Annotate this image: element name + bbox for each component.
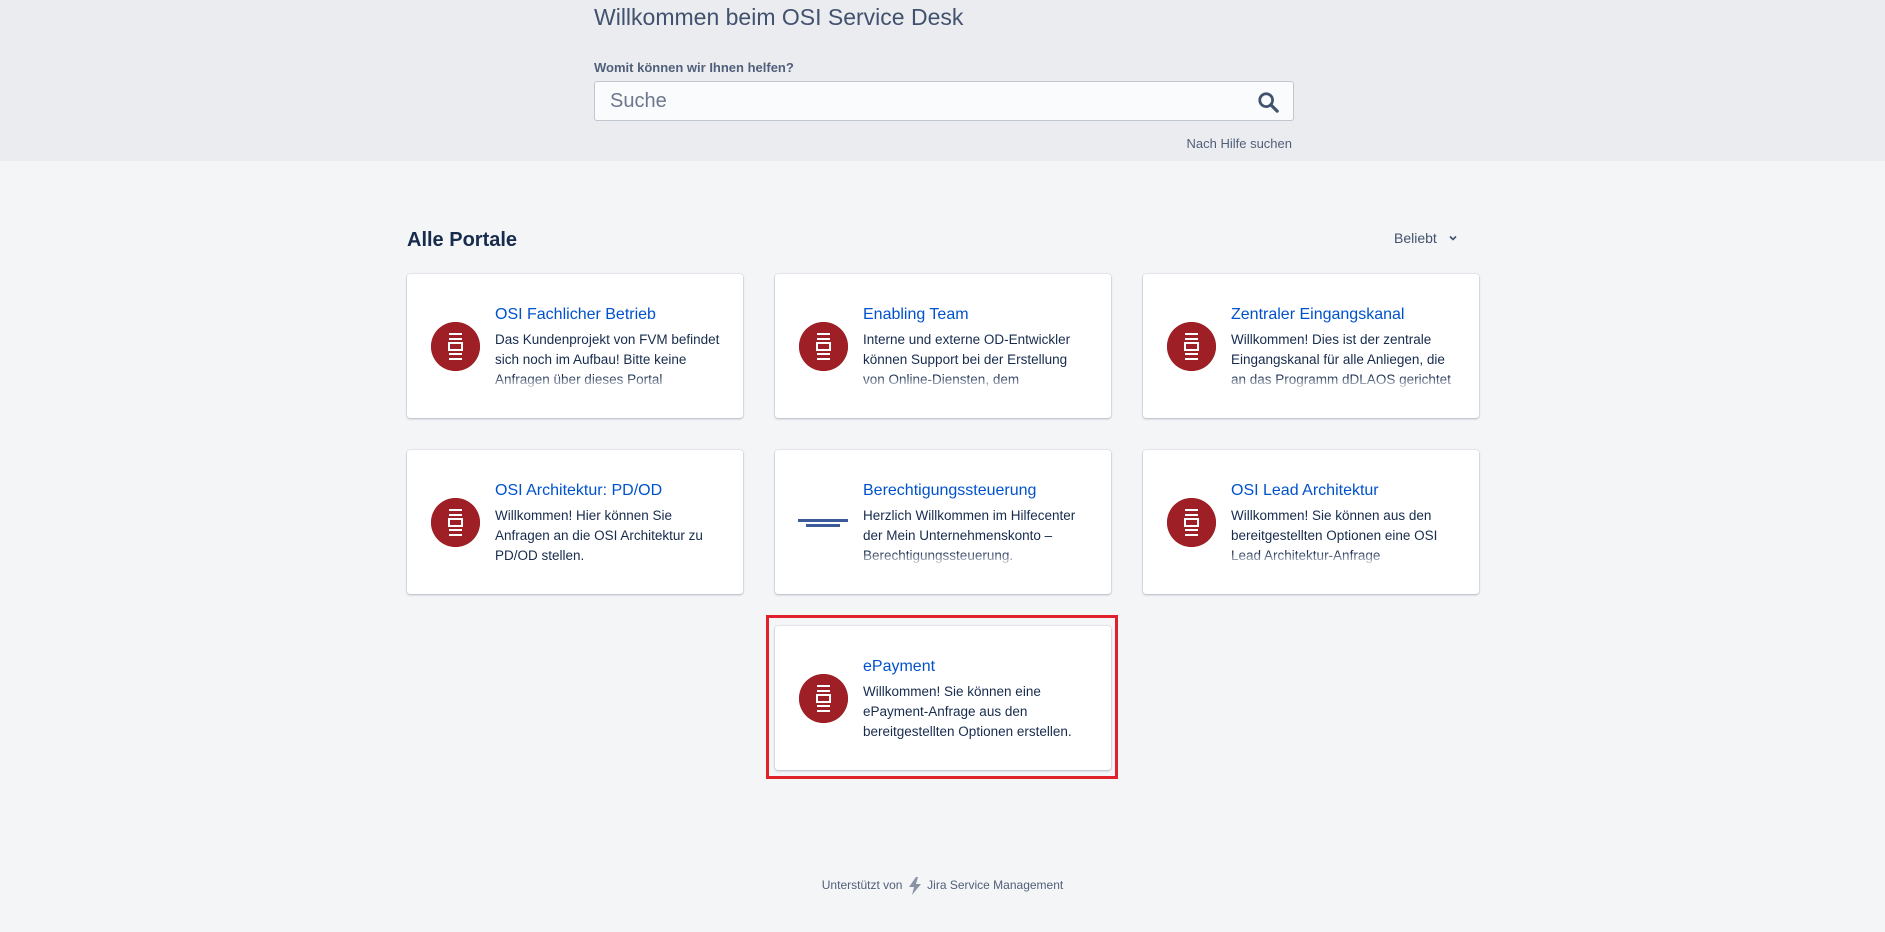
osi-logo-icon <box>431 498 480 547</box>
osi-logo-icon <box>1167 498 1216 547</box>
portal-description: Willkommen! Dies ist der zentrale Eingan… <box>1231 330 1459 390</box>
portal-description: Willkommen! Sie können aus den bereitges… <box>1231 506 1459 566</box>
chevron-down-icon <box>1449 235 1457 241</box>
portal-title: OSI Architektur: PD/OD <box>495 482 663 499</box>
portal-title: Berechtigungssteuerung <box>863 482 1037 499</box>
search-label: Womit können wir Ihnen helfen? <box>594 60 794 75</box>
footer-product-link[interactable]: Jira Service Management <box>927 878 1063 892</box>
search-box[interactable] <box>594 81 1294 121</box>
search-icon[interactable] <box>1257 91 1279 113</box>
portal-card-berechtigungssteuerung[interactable]: Berechtigungssteuerung Herzlich Willkomm… <box>775 450 1111 594</box>
portal-title: OSI Lead Architektur <box>1231 482 1379 499</box>
portal-description: Willkommen! Sie können eine ePayment-Anf… <box>863 684 1072 739</box>
hero-banner: Willkommen beim OSI Service Desk Womit k… <box>0 0 1885 161</box>
portal-title: Enabling Team <box>863 306 969 323</box>
footer-prefix: Unterstützt von <box>821 878 903 893</box>
search-input[interactable] <box>595 82 1250 120</box>
portal-description: Willkommen! Hier können Sie Anfragen an … <box>495 508 703 563</box>
sort-dropdown[interactable]: Beliebt <box>1394 230 1459 246</box>
portal-card-osi-architektur[interactable]: OSI Architektur: PD/OD Willkommen! Hier … <box>407 450 743 594</box>
search-help-link[interactable]: Nach Hilfe suchen <box>1187 136 1293 151</box>
portal-card-enabling-team[interactable]: Enabling Team Interne und externe OD-Ent… <box>775 274 1111 418</box>
unternehmenskonto-logo-icon <box>797 516 849 530</box>
portal-description: Herzlich Willkommen im Hilfecenter der M… <box>863 506 1091 566</box>
osi-logo-icon <box>431 322 480 371</box>
portal-title: OSI Fachlicher Betrieb <box>495 306 656 323</box>
portal-title: ePayment <box>863 658 936 675</box>
osi-logo-icon <box>799 322 848 371</box>
portal-card-zentraler-eingangskanal[interactable]: Zentraler Eingangskanal Willkommen! Dies… <box>1143 274 1479 418</box>
portal-card-osi-lead-architektur[interactable]: OSI Lead Architektur Willkommen! Sie kön… <box>1143 450 1479 594</box>
portal-description: Das Kundenprojekt von FVM befindet sich … <box>495 330 723 390</box>
footer: Unterstützt von Jira Service Management <box>0 877 1885 895</box>
sort-label: Beliebt <box>1394 230 1437 246</box>
section-title: Alle Portale <box>407 229 518 251</box>
portal-title: Zentraler Eingangskanal <box>1231 306 1405 323</box>
portal-card-osi-fachlicher-betrieb[interactable]: OSI Fachlicher Betrieb Das Kundenprojekt… <box>407 274 743 418</box>
portal-description: Interne und externe OD-Entwickler können… <box>863 330 1091 390</box>
portal-card-epayment[interactable]: ePayment Willkommen! Sie können eine ePa… <box>775 626 1111 770</box>
osi-logo-icon <box>799 674 848 723</box>
jira-bolt-icon <box>908 877 921 895</box>
osi-logo-icon <box>1167 322 1216 371</box>
page-title: Willkommen beim OSI Service Desk <box>594 4 964 30</box>
